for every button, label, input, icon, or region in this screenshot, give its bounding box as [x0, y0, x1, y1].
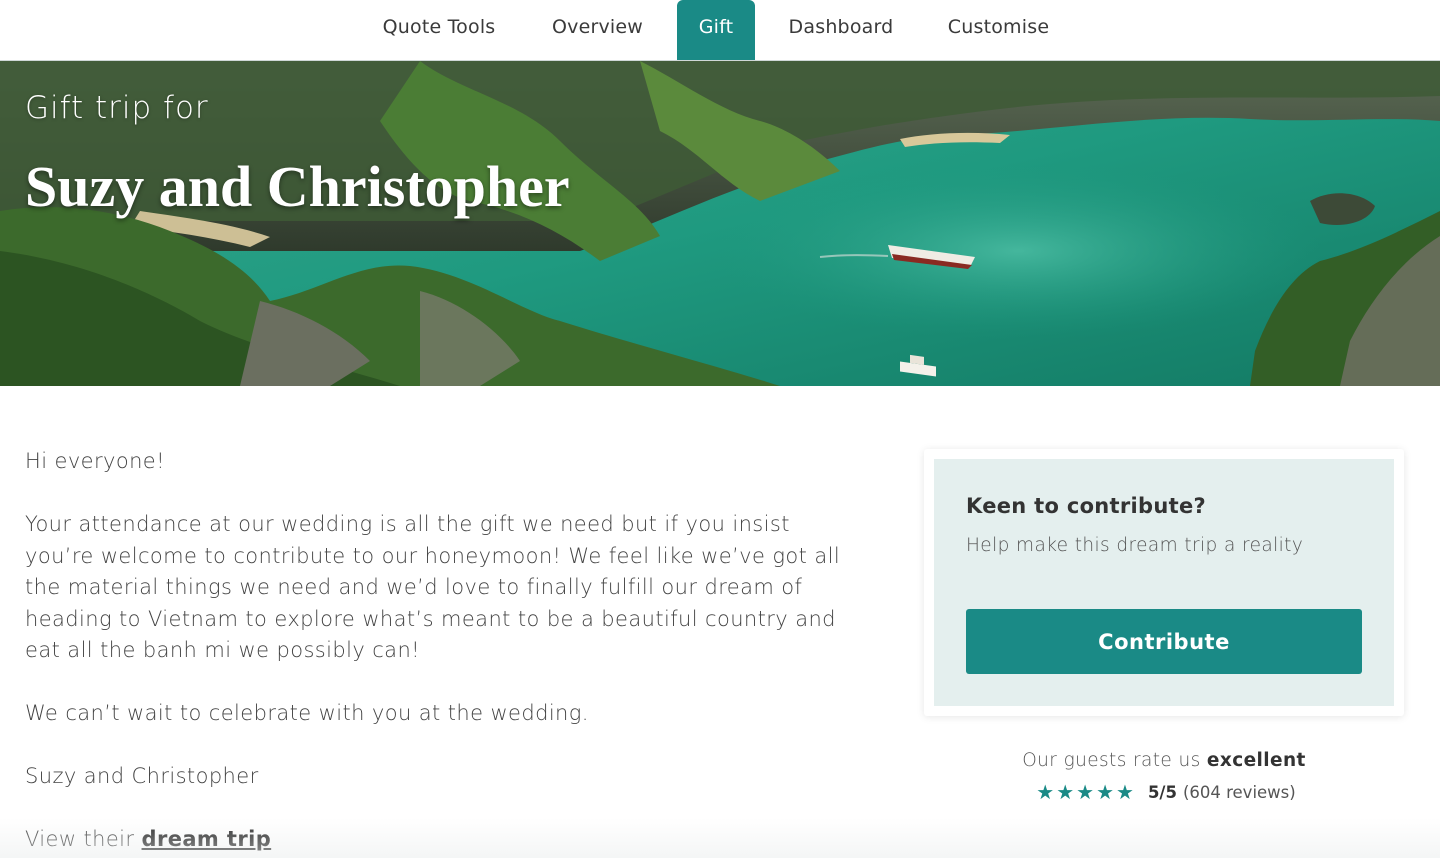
rating-prefix: Our guests rate us [1022, 750, 1201, 771]
top-navigation: Quote Tools Overview Gift Dashboard Cust… [0, 0, 1440, 61]
ha-long-bay-image [0, 61, 1440, 386]
message-closing: We can’t wait to celebrate with you at t… [25, 701, 589, 725]
rating-reviews[interactable]: (604 reviews) [1183, 783, 1296, 802]
rating-score: 5/5 [1147, 782, 1177, 802]
tab-quote-tools[interactable]: Quote Tools [366, 0, 512, 60]
tab-overview[interactable]: Overview [535, 0, 660, 60]
contribute-card-panel: Keen to contribute? Help make this dream… [934, 459, 1394, 706]
message-signature: Suzy and Christopher [25, 764, 259, 788]
guest-rating: Our guests rate us excellent ★★★★★ 5/5 (… [924, 750, 1404, 804]
message-body: Your attendance at our wedding is all th… [25, 512, 841, 662]
contribute-card: Keen to contribute? Help make this dream… [924, 449, 1404, 716]
view-trip-line: View their dream trip [25, 824, 855, 856]
tab-customise[interactable]: Customise [928, 0, 1069, 60]
dream-trip-link[interactable]: dream trip [142, 827, 272, 851]
contribute-card-subtitle: Help make this dream trip a reality [966, 535, 1304, 556]
gift-message: Hi everyone! Your attendance at our wedd… [25, 446, 855, 856]
rating-word: excellent [1206, 750, 1306, 771]
tab-gift[interactable]: Gift [677, 0, 755, 60]
hero-title: Suzy and Christopher [25, 154, 570, 219]
rating-stars-row: ★★★★★ 5/5 (604 reviews) [924, 780, 1404, 804]
tab-dashboard[interactable]: Dashboard [772, 0, 910, 60]
hero-kicker: Gift trip for [25, 90, 209, 126]
rating-summary: Our guests rate us excellent [924, 750, 1404, 771]
message-greeting: Hi everyone! [25, 449, 165, 473]
contribute-card-title: Keen to contribute? [966, 494, 1206, 518]
star-rating-icon: ★★★★★ [1036, 780, 1136, 804]
hero-banner: Gift trip for Suzy and Christopher [0, 61, 1440, 386]
view-trip-prefix: View their [25, 827, 135, 851]
contribute-button[interactable]: Contribute [966, 609, 1362, 674]
